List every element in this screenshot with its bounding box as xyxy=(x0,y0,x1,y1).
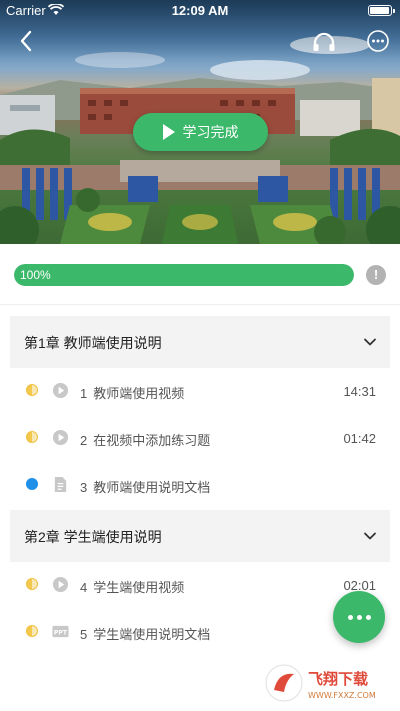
progress-dot-icon xyxy=(26,625,38,637)
document-icon xyxy=(54,476,67,493)
lesson-item[interactable]: 2 在视频中添加练习题 01:42 xyxy=(10,415,390,461)
progress-dot-icon xyxy=(26,578,38,590)
chevron-down-icon xyxy=(364,532,376,540)
study-complete-button[interactable]: 学习完成 xyxy=(133,113,268,151)
chevron-down-icon xyxy=(364,338,376,346)
back-icon[interactable] xyxy=(14,28,40,54)
lesson-duration: 14:31 xyxy=(343,384,376,399)
chapter-title: 第1章 教师端使用说明 xyxy=(24,335,162,351)
video-play-icon xyxy=(52,576,69,593)
chapter-header-1[interactable]: 第1章 教师端使用说明 xyxy=(10,316,390,368)
progress-bar: 100% xyxy=(14,264,354,286)
divider xyxy=(0,304,400,305)
progress-label: 100% xyxy=(20,268,51,282)
dot-icon xyxy=(366,615,371,620)
lesson-title: 5 学生端使用说明文档 xyxy=(80,627,211,642)
play-icon xyxy=(162,124,175,140)
progress-dot-icon xyxy=(26,478,38,490)
progress-fill xyxy=(14,264,354,286)
headphone-icon[interactable] xyxy=(311,29,337,55)
more-actions-button[interactable] xyxy=(333,591,385,643)
status-time: 12:09 AM xyxy=(171,3,229,18)
ppt-icon: PPT xyxy=(52,625,69,638)
study-complete-label: 学习完成 xyxy=(182,124,239,140)
video-play-icon xyxy=(52,429,69,446)
dot-icon xyxy=(357,615,362,620)
watermark-logo: 飞翔下载 WWW.FXXZ.COM xyxy=(265,664,376,702)
progress-dot-icon xyxy=(26,384,38,396)
svg-text:PPT: PPT xyxy=(54,629,68,636)
lesson-title: 4 学生端使用视频 xyxy=(80,580,185,595)
lesson-item[interactable]: 4 学生端使用视频 02:01 xyxy=(10,562,390,608)
watermark-text: 飞翔下载 xyxy=(308,670,368,688)
lesson-duration: 01:42 xyxy=(343,431,376,446)
lesson-title: 1 教师端使用视频 xyxy=(80,386,185,401)
chapter-header-2[interactable]: 第2章 学生端使用说明 xyxy=(10,510,390,562)
video-play-icon xyxy=(52,382,69,399)
lesson-title: 2 在视频中添加练习题 xyxy=(80,433,211,448)
lesson-item[interactable]: 1 教师端使用视频 14:31 xyxy=(10,368,390,414)
more-icon[interactable] xyxy=(366,29,390,53)
battery-icon xyxy=(368,5,395,16)
info-icon[interactable]: ! xyxy=(366,265,386,285)
lesson-title: 3 教师端使用说明文档 xyxy=(80,480,211,495)
progress-dot-icon xyxy=(26,431,38,443)
dot-icon xyxy=(348,615,353,620)
watermark-url: WWW.FXXZ.COM xyxy=(308,691,376,700)
lesson-item[interactable]: 3 教师端使用说明文档 xyxy=(10,462,390,508)
chapter-title: 第2章 学生端使用说明 xyxy=(24,529,162,545)
status-bar: Carrier 12:09 AM xyxy=(0,0,400,22)
